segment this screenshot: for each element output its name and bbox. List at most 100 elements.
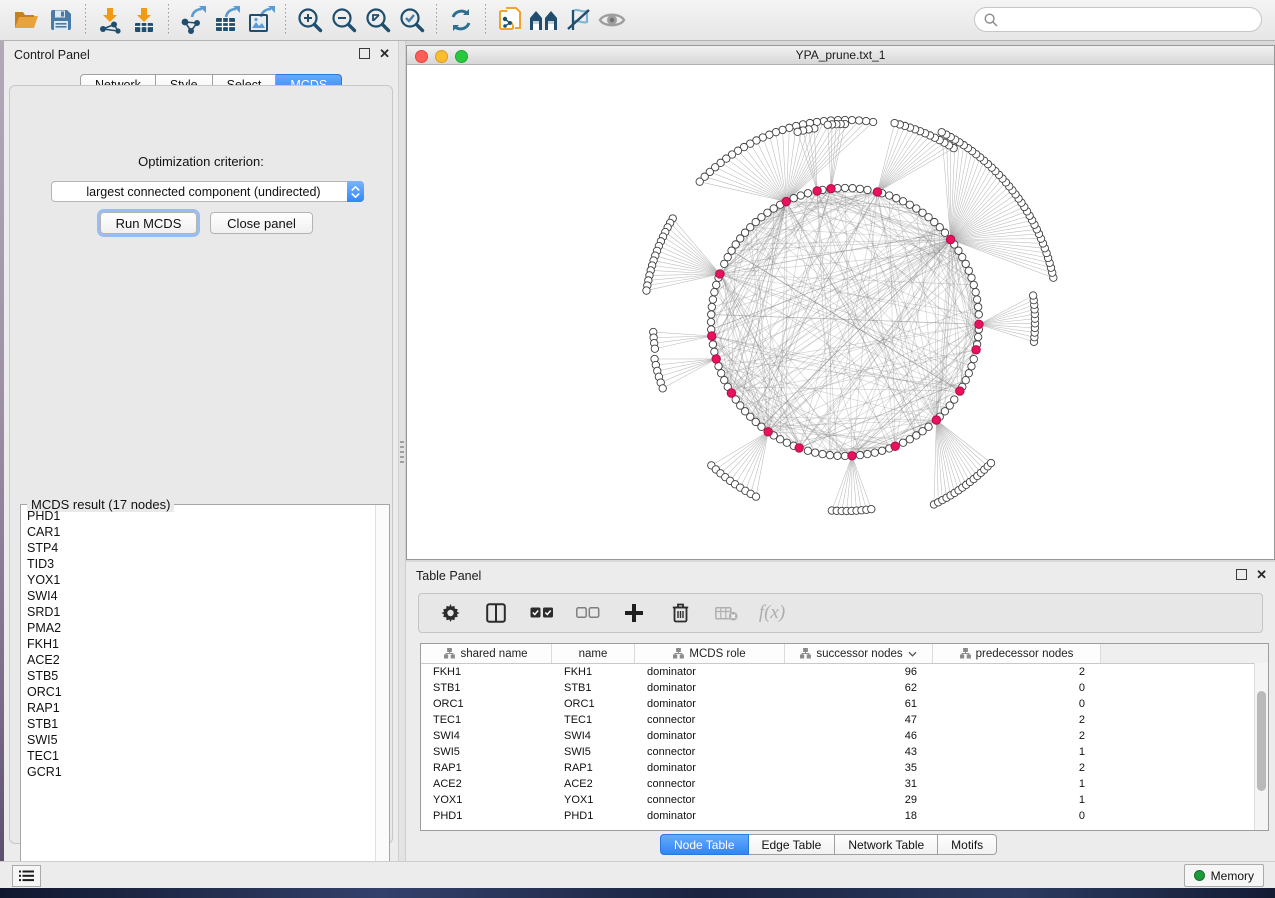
ring-node[interactable] [797, 192, 804, 199]
ring-node[interactable] [811, 449, 818, 456]
leaf-node[interactable] [855, 117, 862, 124]
criterion-dropdown[interactable]: largest connected component (undirected) [51, 181, 364, 202]
mcds-result-item[interactable]: ACE2 [27, 652, 375, 668]
ring-node[interactable] [713, 281, 720, 288]
column-header-MCDS-role[interactable]: MCDS role [635, 644, 785, 663]
show-columns-button[interactable] [481, 598, 511, 628]
ring-node[interactable] [906, 201, 913, 208]
table-row[interactable]: SWI5SWI5connector431 [421, 744, 1268, 760]
clone-network-button[interactable] [493, 3, 527, 37]
mcds-hub-node[interactable] [727, 389, 735, 397]
ring-node[interactable] [776, 436, 783, 443]
leaf-node[interactable] [643, 287, 650, 294]
ring-node[interactable] [962, 260, 969, 267]
table-settings-button[interactable] [435, 598, 465, 628]
mcds-hub-node[interactable] [975, 320, 983, 328]
run-mcds-button[interactable]: Run MCDS [100, 212, 197, 234]
mcds-result-item[interactable]: TEC1 [27, 748, 375, 764]
ring-node[interactable] [899, 439, 906, 446]
mcds-result-item[interactable]: ORC1 [27, 684, 375, 700]
leaf-node[interactable] [696, 178, 703, 185]
ring-node[interactable] [708, 303, 715, 310]
column-header-shared-name[interactable]: shared name [421, 644, 552, 663]
close-panel-icon[interactable]: ✕ [379, 49, 390, 58]
table-row[interactable]: YOX1YOX1connector291 [421, 792, 1268, 808]
ring-node[interactable] [709, 296, 716, 303]
ring-node[interactable] [826, 451, 833, 458]
add-column-button[interactable] [619, 598, 649, 628]
zoom-selected-button[interactable] [395, 3, 429, 37]
ring-node[interactable] [968, 363, 975, 370]
leaf-node[interactable] [848, 116, 855, 123]
ring-node[interactable] [856, 185, 863, 192]
export-image-button[interactable] [244, 3, 278, 37]
mcds-hub-node[interactable] [891, 442, 899, 450]
mcds-hub-node[interactable] [932, 416, 940, 424]
leaf-node[interactable] [651, 345, 658, 352]
ring-node[interactable] [864, 450, 871, 457]
leaf-node[interactable] [659, 385, 666, 392]
mcds-hub-node[interactable] [946, 235, 954, 243]
mcds-hub-node[interactable] [764, 428, 772, 436]
network-window-titlebar[interactable]: YPA_prune.txt_1 [407, 46, 1274, 65]
mcds-hub-node[interactable] [873, 188, 881, 196]
save-session-button[interactable] [44, 3, 78, 37]
leaf-node[interactable] [752, 493, 759, 500]
import-table-button[interactable] [127, 3, 161, 37]
table-row[interactable]: SWI4SWI4dominator462 [421, 728, 1268, 744]
mcds-result-item[interactable]: PHD1 [27, 508, 375, 524]
search-input[interactable] [1003, 12, 1261, 28]
tab-node-table[interactable]: Node Table [660, 834, 749, 855]
mcds-hub-node[interactable] [848, 452, 856, 460]
show-all-button[interactable] [595, 3, 629, 37]
refresh-layout-button[interactable] [444, 3, 478, 37]
mcds-result-item[interactable]: STB1 [27, 716, 375, 732]
leaf-node[interactable] [987, 459, 994, 466]
mcds-hub-node[interactable] [827, 185, 835, 193]
column-header-predecessor-nodes[interactable]: predecessor nodes [933, 644, 1101, 663]
mcds-list-scrollbar[interactable] [375, 505, 389, 876]
ring-node[interactable] [973, 296, 980, 303]
delete-column-button[interactable] [665, 598, 695, 628]
mcds-hub-node[interactable] [813, 187, 821, 195]
ring-node[interactable] [707, 318, 714, 325]
leaf-node[interactable] [868, 505, 875, 512]
mcds-result-item[interactable]: CAR1 [27, 524, 375, 540]
ring-node[interactable] [974, 303, 981, 310]
mcds-result-item[interactable]: TID3 [27, 556, 375, 572]
import-network-button[interactable] [93, 3, 127, 37]
mcds-result-item[interactable]: STB5 [27, 668, 375, 684]
zoom-out-button[interactable] [327, 3, 361, 37]
mcds-result-item[interactable]: RAP1 [27, 700, 375, 716]
panel-splitter[interactable] [398, 41, 406, 862]
ring-node[interactable] [886, 192, 893, 199]
table-row[interactable]: PHD1PHD1dominator180 [421, 808, 1268, 824]
ring-node[interactable] [968, 274, 975, 281]
mcds-hub-node[interactable] [782, 197, 790, 205]
first-neighbors-button[interactable] [527, 3, 561, 37]
float-panel-icon[interactable] [359, 48, 370, 59]
leaf-node[interactable] [794, 128, 801, 135]
tab-network-table[interactable]: Network Table [835, 834, 938, 855]
table-scrollbar-thumb[interactable] [1257, 691, 1266, 791]
table-row[interactable]: STB1STB1dominator620 [421, 680, 1268, 696]
ring-node[interactable] [709, 341, 716, 348]
mcds-hub-node[interactable] [716, 270, 724, 278]
mcds-result-item[interactable]: SRD1 [27, 604, 375, 620]
table-row[interactable]: RAP1RAP1dominator352 [421, 760, 1268, 776]
ring-node[interactable] [965, 370, 972, 377]
ring-node[interactable] [856, 451, 863, 458]
ring-node[interactable] [849, 185, 856, 192]
ring-node[interactable] [804, 190, 811, 197]
ring-node[interactable] [975, 311, 982, 318]
leaf-node[interactable] [1029, 292, 1036, 299]
table-row[interactable]: FKH1FKH1dominator962 [421, 664, 1268, 680]
leaf-node[interactable] [891, 119, 898, 126]
mcds-result-item[interactable]: YOX1 [27, 572, 375, 588]
ring-node[interactable] [715, 363, 722, 370]
table-row[interactable]: ACE2ACE2connector311 [421, 776, 1268, 792]
ring-node[interactable] [972, 288, 979, 295]
ring-node[interactable] [841, 184, 848, 191]
ring-node[interactable] [965, 267, 972, 274]
export-network-button[interactable] [176, 3, 210, 37]
